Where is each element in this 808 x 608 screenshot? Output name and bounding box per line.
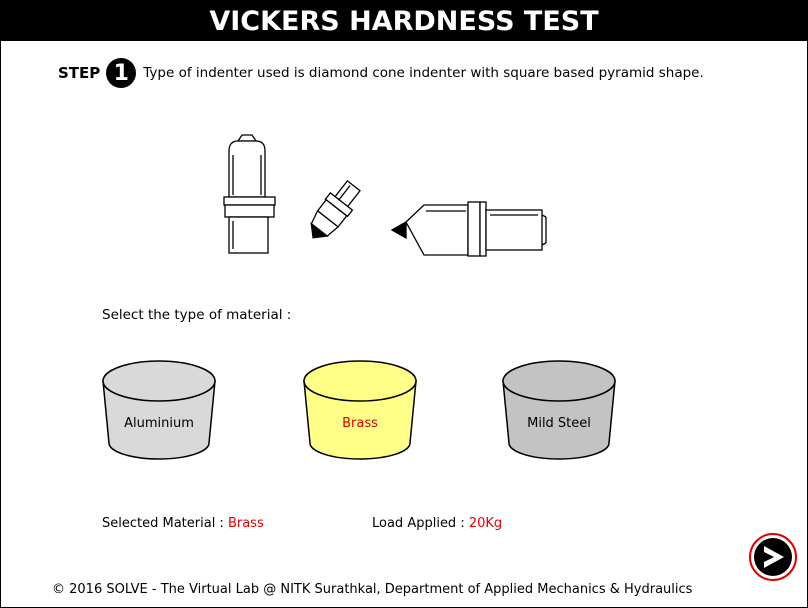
horizontal-indenter-image	[390, 201, 547, 257]
next-arrow-icon	[749, 533, 797, 581]
material-label-mild-steel: Mild Steel	[527, 416, 591, 431]
load-applied-value: 20Kg	[468, 516, 503, 531]
app-frame: VICKERS HARDNESS TEST STEP 1 Type of ind…	[0, 0, 808, 608]
tilted-indenter-image	[310, 179, 361, 239]
step-number-badge: 1	[106, 58, 137, 88]
cylinder-mild-steel-icon	[502, 360, 616, 460]
material-select-prompt: Select the type of material :	[102, 307, 292, 323]
material-aluminium-button[interactable]: Aluminium	[101, 359, 217, 461]
footer-credits: © 2016 SOLVE - The Virtual Lab @ NITK Su…	[52, 582, 693, 597]
cylinder-brass-icon	[303, 360, 417, 460]
material-label-aluminium: Aluminium	[124, 416, 194, 431]
load-applied-info: Load Applied : 20Kg	[372, 516, 502, 531]
step-instruction: STEP 1 Type of indenter used is diamond …	[58, 58, 704, 88]
next-button[interactable]	[749, 533, 797, 581]
step-description: Type of indenter used is diamond cone in…	[143, 65, 704, 81]
material-mild-steel-button[interactable]: Mild Steel	[501, 359, 617, 461]
indenter-illustration	[223, 134, 547, 257]
selected-material-label: Selected Material :	[102, 516, 224, 531]
cylinder-aluminium-icon	[102, 360, 216, 460]
load-applied-label: Load Applied :	[372, 516, 465, 531]
material-label-brass: Brass	[342, 416, 378, 431]
material-brass-button[interactable]: Brass	[302, 359, 418, 461]
vertical-indenter-image	[223, 134, 276, 254]
selected-material-info: Selected Material : Brass	[102, 516, 264, 531]
page-title: VICKERS HARDNESS TEST	[1, 1, 807, 41]
selected-material-value: Brass	[227, 516, 264, 531]
step-label: STEP	[58, 64, 101, 82]
